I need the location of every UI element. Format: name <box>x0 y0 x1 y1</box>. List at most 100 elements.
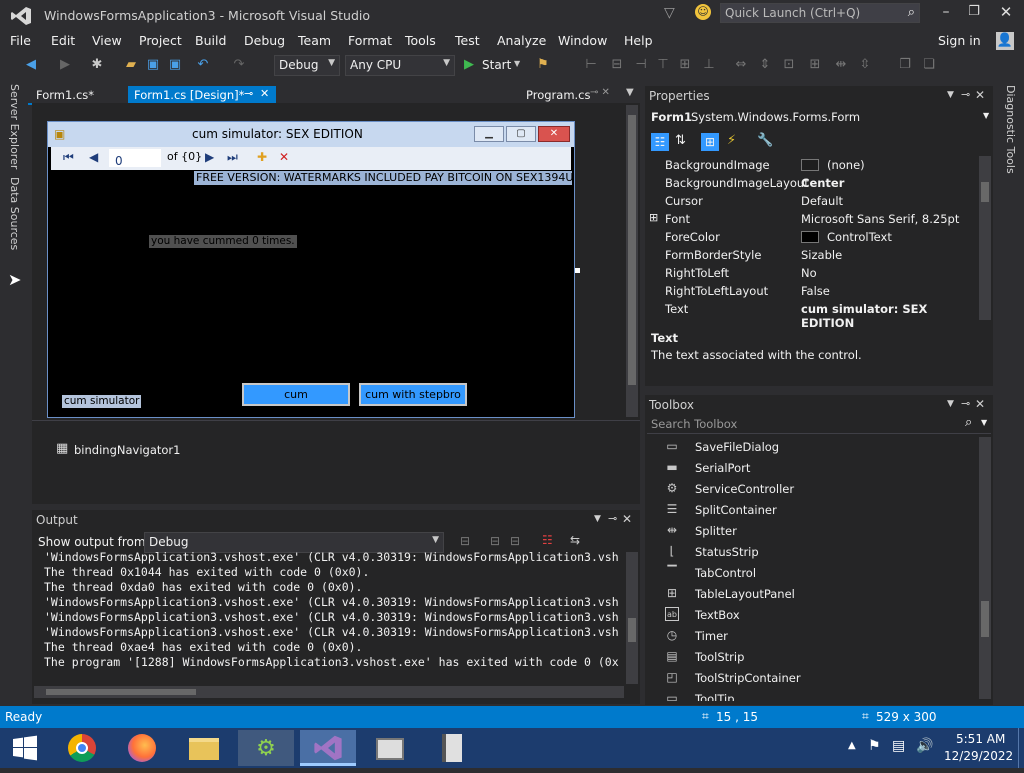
align-right-icon[interactable]: ⊣ <box>634 58 648 72</box>
feedback-smiley-icon[interactable]: ☺ <box>695 4 711 20</box>
form-close-button[interactable]: ✕ <box>538 126 570 142</box>
dropdown-icon[interactable]: ▼ <box>594 514 601 524</box>
quick-launch-input[interactable]: Quick Launch (Ctrl+Q) ⌕ <box>720 3 920 23</box>
find-message-icon[interactable]: ⊟ <box>460 534 470 548</box>
toolbox-scrollbar[interactable] <box>979 437 991 699</box>
property-pages-icon[interactable]: 🔧 <box>757 133 773 148</box>
prev-message-icon[interactable]: ⊟ <box>490 534 500 548</box>
scroll-thumb[interactable] <box>46 689 196 695</box>
toolbox-item-serialport[interactable]: ▬ SerialPort <box>663 458 973 478</box>
clock-date[interactable]: 12/29/2022 <box>944 749 1013 763</box>
toolbox-item-savefiledialog[interactable]: ▭ SaveFileDialog <box>663 437 973 457</box>
account-icon[interactable]: 👤 <box>996 32 1014 50</box>
move-previous-icon[interactable]: ◀ <box>89 150 98 164</box>
dropdown-icon[interactable]: ▼ <box>947 90 954 100</box>
close-icon[interactable]: ✕ <box>622 512 632 526</box>
toolbox-item-splitcontainer[interactable]: ☰ SplitContainer <box>663 500 973 520</box>
back-icon[interactable]: ◀ <box>24 58 38 72</box>
send-back-icon[interactable]: ❏ <box>922 58 936 72</box>
scroll-thumb[interactable] <box>981 182 989 202</box>
property-row[interactable]: ⊞ Font Microsoft Sans Serif, 8.25pt <box>649 210 979 228</box>
output-scrollbar-h[interactable] <box>34 686 624 698</box>
minimize-button[interactable]: – <box>936 4 956 24</box>
toolbox-item-tabcontrol[interactable]: ▔ TabControl <box>663 563 973 583</box>
document-app-icon[interactable] <box>424 730 480 766</box>
save-all-icon[interactable]: ▣ <box>168 58 182 72</box>
move-last-icon[interactable]: ⏭ <box>227 150 238 165</box>
property-row[interactable]: ForeColor ControlText <box>649 228 979 246</box>
object-selector[interactable]: Form1 System.Windows.Forms.Form ▼ <box>649 108 989 126</box>
forward-icon[interactable]: ▶ <box>58 58 72 72</box>
toolbox-search-input[interactable]: Search Toolbox ⌕ ▼ <box>647 414 991 434</box>
undo-icon[interactable]: ↶ <box>196 58 210 72</box>
bring-front-icon[interactable]: ❐ <box>898 58 912 72</box>
same-size-icon[interactable]: ⊡ <box>782 58 796 72</box>
clear-all-icon[interactable]: ☷ <box>542 533 553 547</box>
word-wrap-icon[interactable]: ⇆ <box>570 533 580 547</box>
delete-icon[interactable]: ✕ <box>279 150 289 164</box>
toolbox-item-timer[interactable]: ◷ Timer <box>663 626 973 646</box>
menu-analyze[interactable]: Analyze <box>497 33 546 48</box>
toolbox-item-statusstrip[interactable]: ⌊ StatusStrip <box>663 542 973 562</box>
property-row[interactable]: BackgroundImage (none) <box>649 156 979 174</box>
output-scrollbar-v[interactable] <box>626 552 638 684</box>
pin-icon[interactable]: ⊸ <box>608 512 617 525</box>
visual-studio-icon[interactable] <box>300 730 356 766</box>
tab-form1-design[interactable]: Form1.cs [Design]* ⊸ ✕ <box>128 86 276 104</box>
align-top-icon[interactable]: ⊤ <box>656 58 670 72</box>
configuration-dropdown[interactable]: Debug ▼ <box>274 55 340 76</box>
toolbox-item-toolstrip[interactable]: ▤ ToolStrip <box>663 647 973 667</box>
new-project-icon[interactable]: ✱ <box>90 58 104 72</box>
property-row[interactable]: Text cum simulator: SEX EDITION <box>649 300 979 330</box>
pin-icon[interactable]: ⊸ <box>961 88 970 101</box>
menu-help[interactable]: Help <box>624 33 653 48</box>
v-spacing-icon[interactable]: ⇳ <box>858 58 872 72</box>
menu-debug[interactable]: Debug <box>244 33 285 48</box>
clock-time[interactable]: 5:51 AM <box>956 732 1005 746</box>
output-text-area[interactable]: 'WindowsFormsApplication3.vshost.exe' (C… <box>32 550 626 684</box>
open-folder-icon[interactable]: ▰ <box>124 58 138 72</box>
categorized-icon[interactable]: ☷ <box>651 133 669 151</box>
firefox-icon[interactable] <box>114 730 170 766</box>
form-window[interactable]: ▣ cum simulator: SEX EDITION ▁ ▢ ✕ ⏮ ◀ 0… <box>47 121 575 418</box>
volume-icon[interactable]: 🔊 <box>916 738 933 754</box>
save-icon[interactable]: ▣ <box>146 58 160 72</box>
network-icon[interactable]: ▤ <box>892 738 905 754</box>
toolbox-item-tablelayoutpanel[interactable]: ⊞ TableLayoutPanel <box>663 584 973 604</box>
property-row[interactable]: Cursor Default <box>649 192 979 210</box>
menu-tools[interactable]: Tools <box>405 33 436 48</box>
tab-program-cs[interactable]: Program.cs ⊸ ✕ <box>520 86 610 104</box>
next-message-icon[interactable]: ⊟ <box>510 534 520 548</box>
position-input[interactable]: 0 <box>109 149 161 168</box>
tab-form1-cs[interactable]: Form1.cs* <box>30 86 126 104</box>
pin-icon[interactable]: ⊸ <box>961 397 970 410</box>
add-new-icon[interactable]: ✚ <box>257 150 267 164</box>
property-row[interactable]: RightToLeft No <box>649 264 979 282</box>
tab-overflow-icon[interactable]: ▼ <box>626 87 634 98</box>
grid-icon[interactable]: ⊞ <box>808 58 822 72</box>
scroll-thumb[interactable] <box>981 601 989 637</box>
show-hidden-icons[interactable]: ▲ <box>848 740 856 751</box>
toolbox-item-tooltip[interactable]: ▭ ToolTip <box>663 689 973 701</box>
filter-icon[interactable]: ▽ <box>664 5 675 21</box>
toolbox-item-toolstripcontainer[interactable]: ◰ ToolStripContainer <box>663 668 973 688</box>
menu-build[interactable]: Build <box>195 33 226 48</box>
move-first-icon[interactable]: ⏮ <box>63 150 74 165</box>
show-desktop-button[interactable] <box>1018 728 1024 768</box>
h-spacing-icon[interactable]: ⇹ <box>834 58 848 72</box>
property-row[interactable]: BackgroundImageLayout Center <box>649 174 979 192</box>
toolbox-item-splitter[interactable]: ⇹ Splitter <box>663 521 973 541</box>
menu-window[interactable]: Window <box>558 33 607 48</box>
platform-dropdown[interactable]: Any CPU ▼ <box>345 55 455 76</box>
menu-project[interactable]: Project <box>139 33 182 48</box>
align-middle-icon[interactable]: ⊞ <box>678 58 692 72</box>
menu-test[interactable]: Test <box>455 33 480 48</box>
menu-file[interactable]: File <box>10 33 31 48</box>
property-row[interactable]: FormBorderStyle Sizable <box>649 246 979 264</box>
form-maximize-button[interactable]: ▢ <box>506 126 536 142</box>
same-height-icon[interactable]: ⇕ <box>758 58 772 72</box>
diagnostic-tools-tab[interactable]: Diagnostic Tools <box>1004 85 1017 174</box>
app-icon[interactable]: ⚙ <box>238 730 294 766</box>
start-button[interactable]: ▶ Start ▼ <box>462 57 526 75</box>
property-scrollbar[interactable] <box>979 156 991 320</box>
